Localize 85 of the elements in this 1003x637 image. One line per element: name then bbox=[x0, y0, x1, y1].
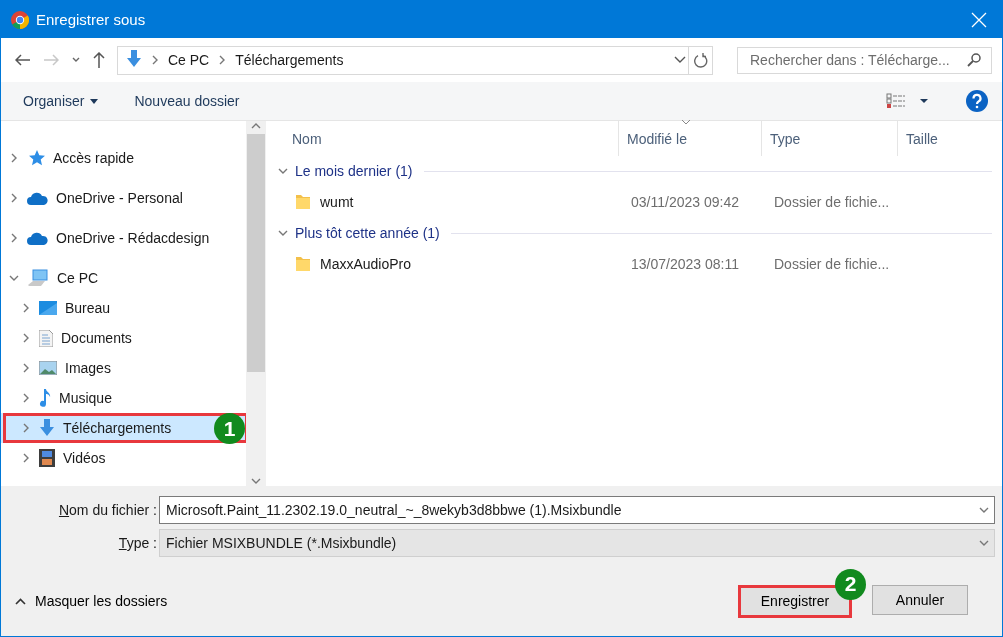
group-header[interactable]: Le mois dernier (1) bbox=[295, 163, 413, 179]
modified-date: 03/11/2023 09:42 bbox=[631, 194, 739, 210]
chevron-right-icon[interactable] bbox=[9, 233, 19, 243]
music-note-icon bbox=[39, 389, 51, 407]
file-type-select[interactable]: Fichier MSIXBUNDLE (*.Msixbundle) bbox=[159, 529, 995, 557]
file-name[interactable]: MaxxAudioPro bbox=[320, 256, 412, 272]
field-label: Type : bbox=[117, 535, 157, 551]
folder-icon bbox=[296, 256, 310, 272]
filename-field[interactable]: Microsoft.Paint_11.2302.19.0_neutral_~_8wekyb3d8bbwe (1).Msixbundle bbox=[159, 496, 995, 524]
close-icon bbox=[971, 11, 987, 28]
file-type: Dossier de fichie... bbox=[774, 194, 890, 210]
chevron-right-icon[interactable] bbox=[21, 453, 31, 463]
back-button[interactable] bbox=[13, 52, 33, 68]
file-name[interactable]: wumt bbox=[320, 194, 354, 210]
field-label: Nom du fichier : bbox=[57, 502, 157, 518]
chevron-right-icon[interactable] bbox=[150, 55, 160, 65]
monitor-icon bbox=[39, 301, 57, 315]
sidebar-item[interactable]: Téléchargements 1 bbox=[1, 413, 246, 443]
browser-logo-icon bbox=[11, 10, 29, 29]
step-badge: 1 bbox=[214, 413, 245, 444]
chevron-up-icon bbox=[15, 597, 26, 605]
sidebar-item[interactable]: OneDrive - Personal bbox=[1, 183, 246, 213]
sort-caret-icon bbox=[681, 119, 691, 125]
chevron-down-icon[interactable] bbox=[9, 273, 19, 283]
chevron-right-icon[interactable] bbox=[9, 193, 19, 203]
star-icon bbox=[27, 149, 45, 167]
chevron-down-icon bbox=[71, 56, 81, 64]
chevron-down-icon[interactable] bbox=[278, 228, 288, 238]
hide-folders-button[interactable]: Masquer les dossiers bbox=[15, 593, 168, 609]
cloud-icon bbox=[27, 231, 48, 245]
column-header[interactable]: Type bbox=[761, 121, 897, 156]
caret-icon bbox=[90, 98, 99, 104]
step-badge: 2 bbox=[835, 568, 866, 600]
refresh-icon bbox=[693, 52, 708, 68]
download-arrow-icon bbox=[39, 419, 55, 437]
sidebar-item[interactable]: Bureau bbox=[1, 293, 246, 323]
breadcrumb[interactable]: Téléchargements bbox=[227, 52, 352, 68]
chevron-right-icon[interactable] bbox=[9, 153, 19, 163]
chevron-down-icon[interactable] bbox=[979, 505, 989, 515]
computer-icon bbox=[27, 269, 49, 287]
search-icon bbox=[967, 53, 981, 67]
landscape-icon bbox=[39, 361, 57, 375]
chevron-down-icon[interactable] bbox=[278, 166, 288, 176]
sidebar-item[interactable]: Accès rapide bbox=[1, 143, 246, 173]
up-button[interactable] bbox=[91, 50, 107, 70]
chevron-right-icon[interactable] bbox=[21, 303, 31, 313]
search-field[interactable]: Rechercher dans : Télécharge... bbox=[737, 46, 992, 74]
window-title: Enregistrer sous bbox=[36, 11, 147, 28]
help-button[interactable] bbox=[964, 88, 990, 114]
chevron-down-icon[interactable] bbox=[251, 476, 261, 486]
sidebar-item[interactable]: Documents bbox=[1, 323, 246, 353]
breadcrumb[interactable]: Ce PC bbox=[160, 52, 218, 68]
right-arrow-icon bbox=[43, 54, 59, 66]
chevron-right-icon[interactable] bbox=[21, 423, 31, 433]
up-arrow-icon bbox=[93, 52, 105, 68]
scrollbar[interactable] bbox=[246, 121, 266, 486]
document-icon bbox=[39, 329, 53, 347]
organize-menu[interactable]: Organiser bbox=[23, 93, 99, 109]
chevron-right-icon[interactable] bbox=[21, 393, 31, 403]
left-arrow-icon bbox=[15, 54, 31, 66]
sidebar-item[interactable]: Images bbox=[1, 353, 246, 383]
chevron-right-icon[interactable] bbox=[21, 333, 31, 343]
modified-date: 13/07/2023 08:11 bbox=[631, 256, 739, 272]
sidebar-item[interactable]: Vidéos bbox=[1, 443, 246, 473]
sidebar-item[interactable]: Musique bbox=[1, 383, 246, 413]
chevron-down-icon[interactable] bbox=[979, 538, 989, 548]
cancel-button[interactable]: Annuler bbox=[872, 584, 968, 615]
column-header[interactable]: Taille bbox=[897, 121, 997, 156]
folder-icon bbox=[296, 194, 310, 210]
scroll-thumb[interactable] bbox=[247, 134, 265, 372]
address-bar[interactable]: Ce PC Téléchargements bbox=[117, 45, 713, 75]
group-header[interactable]: Plus tôt cette année (1) bbox=[295, 225, 440, 241]
cloud-icon bbox=[27, 191, 48, 205]
chevron-up-icon[interactable] bbox=[251, 121, 261, 131]
column-header[interactable]: Modifié le bbox=[618, 121, 761, 156]
file-type: Dossier de fichie... bbox=[774, 256, 890, 272]
chevron-down-icon bbox=[674, 56, 686, 64]
sidebar-item[interactable]: Ce PC bbox=[1, 263, 246, 293]
column-header[interactable]: Nom bbox=[283, 121, 618, 156]
sidebar-item[interactable]: OneDrive - Rédacdesign bbox=[1, 223, 246, 253]
chevron-right-icon[interactable] bbox=[21, 363, 31, 373]
new-folder-button[interactable]: Nouveau dossier bbox=[134, 93, 240, 109]
help-icon bbox=[966, 90, 988, 112]
download-arrow-icon bbox=[126, 49, 142, 68]
film-icon bbox=[39, 449, 55, 467]
